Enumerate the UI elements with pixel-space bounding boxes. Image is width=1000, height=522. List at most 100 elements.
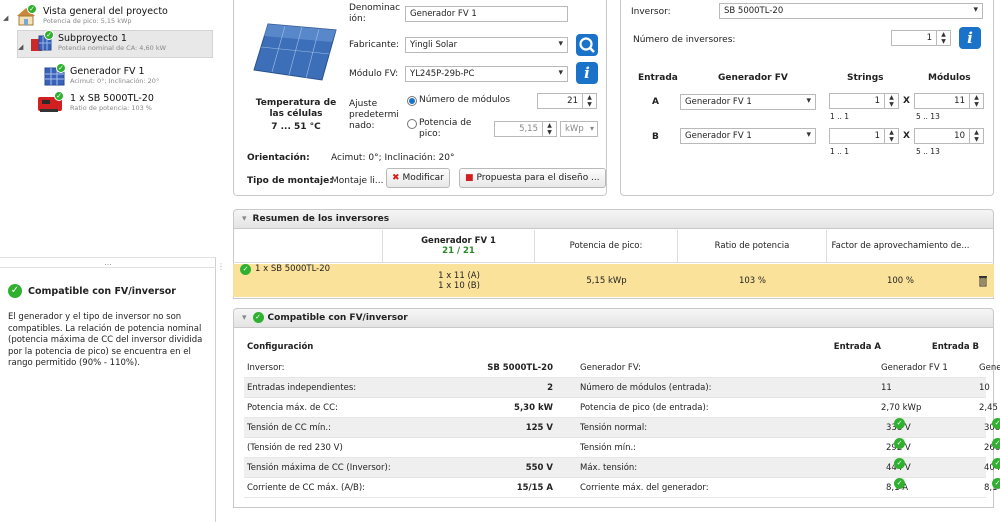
compat-row: Corriente de CC máx. (A/B): 15/15 A Corrie… xyxy=(244,478,1000,498)
input-a-modules-value: 11 xyxy=(954,96,965,106)
modules-count-stepper[interactable]: 21 ▲ ▼ xyxy=(537,93,597,109)
compat-left-label: Inversor: xyxy=(247,363,285,373)
inverter-info-button[interactable]: i xyxy=(959,27,981,49)
ok-check-icon: ✓ xyxy=(240,264,251,275)
compat-left-value: SB 5000TL-20 xyxy=(487,363,553,373)
info-icon: i xyxy=(967,29,973,47)
ok-check-icon: ✓ xyxy=(992,418,1000,429)
collapse-arrow-icon[interactable]: ▾ xyxy=(242,313,247,323)
orientation-label: Orientación: xyxy=(247,153,310,163)
modulo-select[interactable]: YL245P-29b-PC xyxy=(405,66,568,82)
input-a-strings-range: 1 .. 1 xyxy=(830,112,850,121)
summary-header-peak: Potencia de pico: xyxy=(535,230,678,262)
compat-left-label: Tensión máxima de CC (Inversor): xyxy=(247,463,391,473)
stepper-arrows-icon[interactable]: ▲ ▼ xyxy=(884,94,898,108)
chevron-down-icon: ▾ xyxy=(589,124,594,133)
search-icon xyxy=(579,37,595,53)
inverter-count-stepper[interactable]: 1 ▲ ▼ xyxy=(891,30,951,46)
compat-section-header[interactable]: ▾ ✓ Compatible con FV/inversor xyxy=(233,308,994,328)
info-button[interactable]: i xyxy=(576,62,598,84)
tree-generator-title: Generador FV 1 xyxy=(70,66,145,77)
input-a-modules-stepper[interactable]: 11 ▲ ▼ xyxy=(914,93,984,109)
radio-power[interactable] xyxy=(407,119,417,129)
compat-right-label: Corriente máx. del generador: xyxy=(580,483,709,493)
compat-row: Tensión de CC mín.: 125 V Tensión normal: 3… xyxy=(244,418,1000,438)
compat-right-label: Generador FV: xyxy=(580,363,641,373)
tree-item-generator[interactable]: ✓ Generador FV 1 Acimut: 0°; Inclinación… xyxy=(44,63,159,86)
ok-check-icon: ✓ xyxy=(894,418,905,429)
orientation-value: Acimut: 0°; Inclinación: 20° xyxy=(331,153,455,163)
left-compat-box: ✓ Compatible con FV/inversor El generador… xyxy=(8,284,208,370)
tree-subproject-sub: Potencia nominal de CA: 4,60 kW xyxy=(58,44,167,52)
mount-value: Montaje li... xyxy=(331,176,384,186)
compat-left-label: Tensión de CC mín.: xyxy=(247,423,331,433)
modify-label: Modificar xyxy=(402,173,444,183)
ok-check-icon: ✓ xyxy=(894,478,905,489)
input-b-strings-stepper[interactable]: 1 ▲ ▼ xyxy=(829,128,899,144)
trash-icon xyxy=(979,275,987,286)
tree-inverter-title: 1 x SB 5000TL-20 xyxy=(70,93,154,104)
summary-config-a: 1 x 11 (A) xyxy=(438,270,480,281)
input-b-modules-stepper[interactable]: 10 ▲ ▼ xyxy=(914,128,984,144)
inverter-select[interactable]: SB 5000TL-20 xyxy=(719,3,983,19)
modify-button[interactable]: ✖ Modificar xyxy=(386,168,450,188)
radio-modules-label: Número de módulos xyxy=(419,95,511,105)
summary-row[interactable]: ✓ 1 x SB 5000TL-20 1 x 11 (A) 1 x 10 (B) 5… xyxy=(233,264,994,297)
ok-check-icon: ✓ xyxy=(44,30,54,40)
input-a-strings-value: 1 xyxy=(874,96,880,106)
compat-left-label: Corriente de CC máx. (A/B): xyxy=(247,483,366,493)
stepper-arrows-icon[interactable]: ▲ ▼ xyxy=(582,94,596,108)
fabricante-label: Fabricante: xyxy=(349,40,400,50)
ok-check-icon: ✓ xyxy=(894,458,905,469)
modulo-label: Módulo FV: xyxy=(349,69,399,79)
denominacion-input[interactable]: Generador FV 1 xyxy=(405,6,568,22)
panel-splitter[interactable]: ... xyxy=(0,257,216,268)
power-stepper[interactable]: 5,15 ▲ ▼ xyxy=(494,121,557,137)
compat-title: Compatible con FV/inversor xyxy=(267,313,408,323)
stepper-arrows-icon[interactable]: ▲ ▼ xyxy=(936,31,950,45)
summary-section-header[interactable]: ▾ Resumen de los inversores xyxy=(233,209,994,229)
radio-power-label: Potencia de pico: xyxy=(419,118,472,139)
input-a-label: A xyxy=(652,97,659,107)
stepper-arrows-icon[interactable]: ▲ ▼ xyxy=(884,129,898,143)
search-button[interactable] xyxy=(576,34,598,56)
design-proposal-button[interactable]: ■ Propuesta para el diseño ... xyxy=(459,168,606,188)
tree-item-project[interactable]: ◢ ✓ Vista general del proyecto Potencia … xyxy=(3,4,168,26)
tree-item-subproject[interactable]: ◢ ✓ Subproyecto 1 Potencia nominal de CA… xyxy=(17,30,213,58)
summary-factor: 100 % xyxy=(886,275,914,286)
input-b-strings-range: 1 .. 1 xyxy=(830,147,850,156)
wrench-icon: ✖ xyxy=(392,173,400,183)
compat-right-label: Tensión mín.: xyxy=(580,443,637,453)
mount-label: Tipo de montaje: xyxy=(247,176,333,186)
fabricante-select[interactable]: Yingli Solar xyxy=(405,37,568,53)
stepper-arrows-icon[interactable]: ▲ ▼ xyxy=(969,94,983,108)
inverter-count-label: Número de inversores: xyxy=(633,35,736,45)
compat-header-row: Configuración Entrada A Entrada B xyxy=(244,337,986,357)
input-a-generator-select[interactable]: Generador FV 1 xyxy=(680,94,816,110)
input-b-generator-select[interactable]: Generador FV 1 xyxy=(680,128,816,144)
ok-check-icon: ✓ xyxy=(992,478,1000,489)
input-a-modules-range: 5 .. 13 xyxy=(916,112,940,121)
compat-row: Tensión máxima de CC (Inversor): 550 V Máx… xyxy=(244,458,1000,478)
temperature-label: Temperatura de las células xyxy=(255,98,337,119)
ok-check-icon: ✓ xyxy=(894,438,905,449)
delete-button[interactable] xyxy=(974,264,992,297)
stepper-arrows-icon[interactable]: ▲ ▼ xyxy=(542,122,556,136)
input-a-strings-stepper[interactable]: 1 ▲ ▼ xyxy=(829,93,899,109)
collapse-arrow-icon[interactable]: ◢ xyxy=(18,43,26,51)
power-unit-select[interactable]: kWp ▾ xyxy=(560,121,598,137)
col-header-entrada: Entrada xyxy=(638,73,678,83)
summary-config-b: 1 x 10 (B) xyxy=(438,280,480,291)
radio-modules[interactable] xyxy=(407,96,417,106)
ajuste-label: Ajuste predetermi nado: xyxy=(349,99,399,131)
compat-right-label: Máx. tensión: xyxy=(580,463,638,473)
vertical-splitter-grip[interactable]: ⋮ xyxy=(217,262,225,282)
tree-item-inverter[interactable]: ✓ 1 x SB 5000TL-20 Ratio de potencia: 10… xyxy=(36,91,154,113)
modules-count-value: 21 xyxy=(567,96,578,106)
compat-row: Entradas independientes: 2 Número de módul… xyxy=(244,378,990,398)
inverter-count-value: 1 xyxy=(926,33,932,43)
summary-peak: 5,15 kWp xyxy=(586,275,627,286)
collapse-arrow-icon[interactable]: ▾ xyxy=(242,214,247,224)
collapse-arrow-icon[interactable]: ◢ xyxy=(3,14,11,22)
stepper-arrows-icon[interactable]: ▲ ▼ xyxy=(969,129,983,143)
